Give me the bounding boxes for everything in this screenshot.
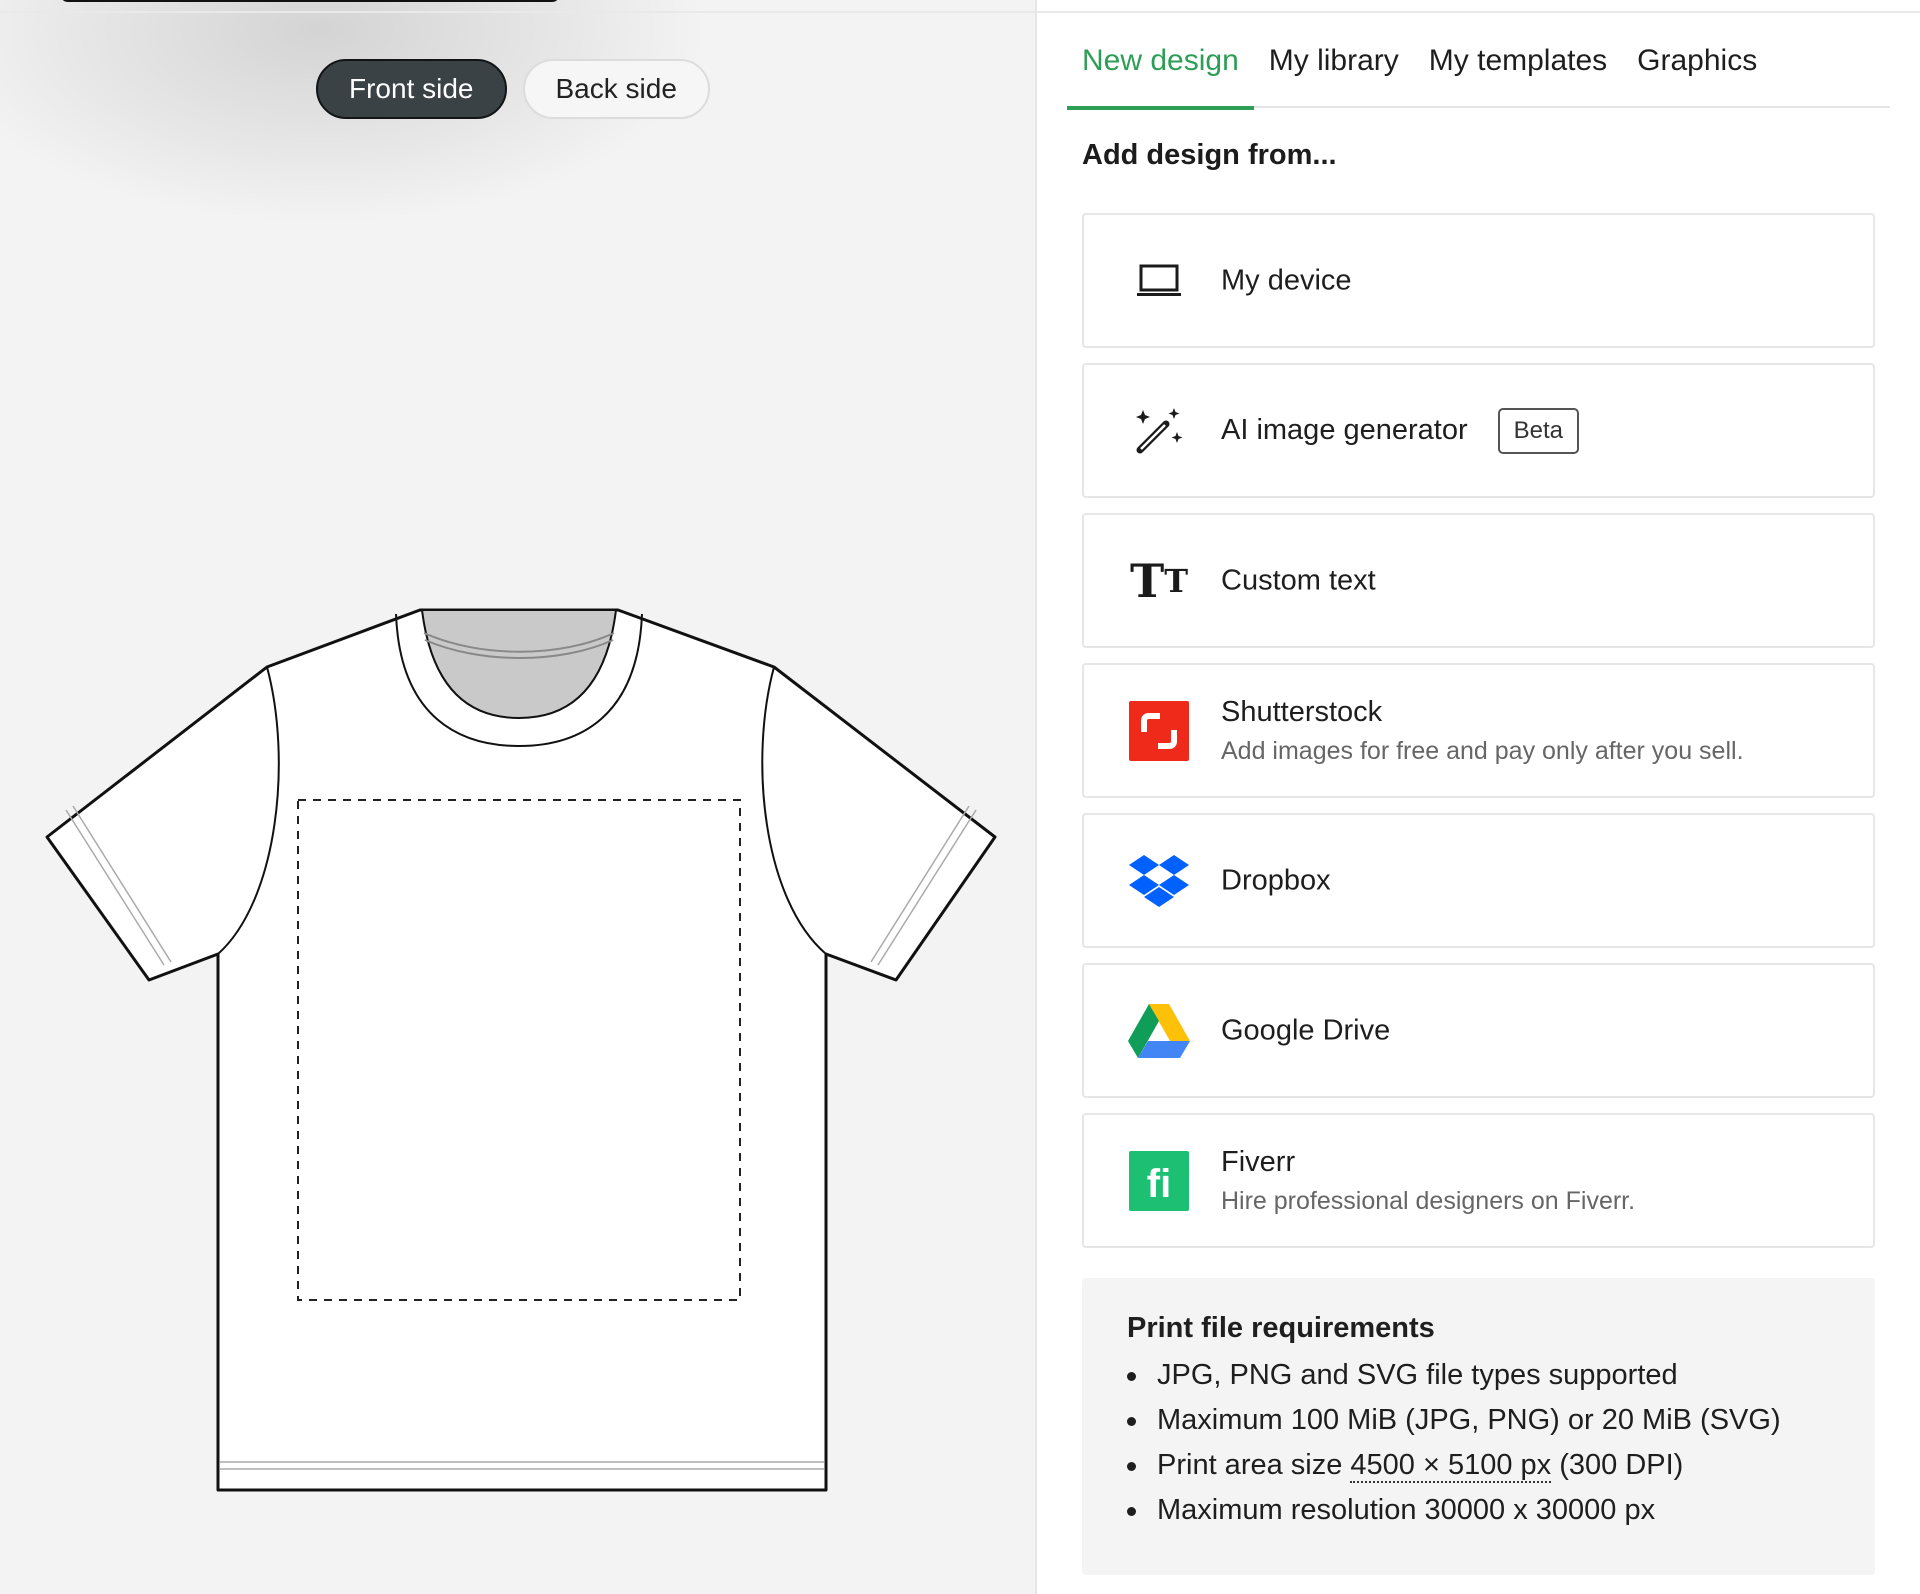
design-source-list: My device AI image generator Beta T T Cu… <box>1082 213 1875 1263</box>
requirement-suffix: (300 DPI) <box>1551 1449 1684 1481</box>
front-side-button[interactable]: Front side <box>316 59 507 119</box>
requirements-list: JPG, PNG and SVG file types supported Ma… <box>1127 1353 1875 1533</box>
back-side-button[interactable]: Back side <box>522 59 710 119</box>
app: Front side Back side New design My libra… <box>0 0 1920 1594</box>
side-toggle: Front side Back side <box>316 59 710 119</box>
requirement-item: Print area size 4500 × 5100 px (300 DPI) <box>1127 1443 1875 1488</box>
source-text: Custom text <box>1221 564 1376 597</box>
product-canvas: Front side Back side <box>0 0 1035 1594</box>
tab-my-library[interactable]: My library <box>1254 13 1414 108</box>
fiverr-icon: fi <box>1128 1150 1190 1212</box>
source-title: Shutterstock <box>1221 695 1383 728</box>
design-tabs: New design My library My templates Graph… <box>1067 13 1890 110</box>
tab-my-templates[interactable]: My templates <box>1414 13 1622 108</box>
svg-text:fi: fi <box>1147 1162 1171 1206</box>
dropbox-icon <box>1128 850 1190 912</box>
design-panel: New design My library My templates Graph… <box>1037 13 1920 1594</box>
add-design-heading: Add design from... <box>1082 139 1337 171</box>
source-shutterstock[interactable]: Shutterstock Add images for free and pay… <box>1082 663 1875 798</box>
source-dropbox[interactable]: Dropbox <box>1082 813 1875 948</box>
source-text: AI image generator Beta <box>1221 407 1580 454</box>
tshirt-body <box>45 608 997 1492</box>
source-title: Custom text <box>1221 564 1376 596</box>
source-google-drive[interactable]: Google Drive <box>1082 963 1875 1098</box>
source-ai-image-generator[interactable]: AI image generator Beta <box>1082 363 1875 498</box>
requirement-prefix: Print area size <box>1157 1449 1351 1481</box>
magic-wand-icon <box>1128 400 1190 462</box>
source-text: Dropbox <box>1221 864 1331 897</box>
source-my-device[interactable]: My device <box>1082 213 1875 348</box>
tab-graphics[interactable]: Graphics <box>1622 13 1772 108</box>
laptop-icon <box>1128 250 1190 312</box>
tshirt-mockup <box>45 608 997 1492</box>
source-text: Fiverr Hire professional designers on Fi… <box>1221 1146 1635 1216</box>
print-file-requirements: Print file requirements JPG, PNG and SVG… <box>1082 1278 1875 1575</box>
source-subtitle: Add images for free and pay only after y… <box>1221 736 1744 765</box>
source-title: AI image generator Beta <box>1221 407 1580 454</box>
requirement-item: JPG, PNG and SVG file types supported <box>1127 1353 1875 1398</box>
source-title: Google Drive <box>1221 1014 1391 1046</box>
shutterstock-icon <box>1128 700 1190 762</box>
source-title: Fiverr <box>1221 1145 1296 1178</box>
text-size-icon: TT <box>1129 553 1189 608</box>
source-text: Google Drive <box>1221 1014 1390 1047</box>
requirement-item: Maximum 100 MiB (JPG, PNG) or 20 MiB (SV… <box>1127 1398 1875 1443</box>
requirements-title: Print file requirements <box>1127 1312 1435 1344</box>
print-area-size-tooltip[interactable]: 4500 × 5100 px <box>1350 1449 1552 1483</box>
source-title-label: AI image generator <box>1221 414 1468 446</box>
source-title: My device <box>1221 264 1352 296</box>
tab-new-design[interactable]: New design <box>1067 13 1254 110</box>
source-text: Shutterstock Add images for free and pay… <box>1221 696 1744 766</box>
source-custom-text[interactable]: TT Custom text <box>1082 513 1875 648</box>
requirement-item: Maximum resolution 30000 x 30000 px <box>1127 1488 1875 1533</box>
google-drive-icon <box>1128 1000 1190 1062</box>
source-subtitle: Hire professional designers on Fiverr. <box>1221 1186 1636 1215</box>
source-text: My device <box>1221 264 1352 297</box>
beta-badge: Beta <box>1497 407 1580 454</box>
source-title: Dropbox <box>1221 864 1331 896</box>
source-fiverr[interactable]: fi Fiverr Hire professional designers on… <box>1082 1113 1875 1248</box>
top-bar-edge <box>60 0 560 2</box>
